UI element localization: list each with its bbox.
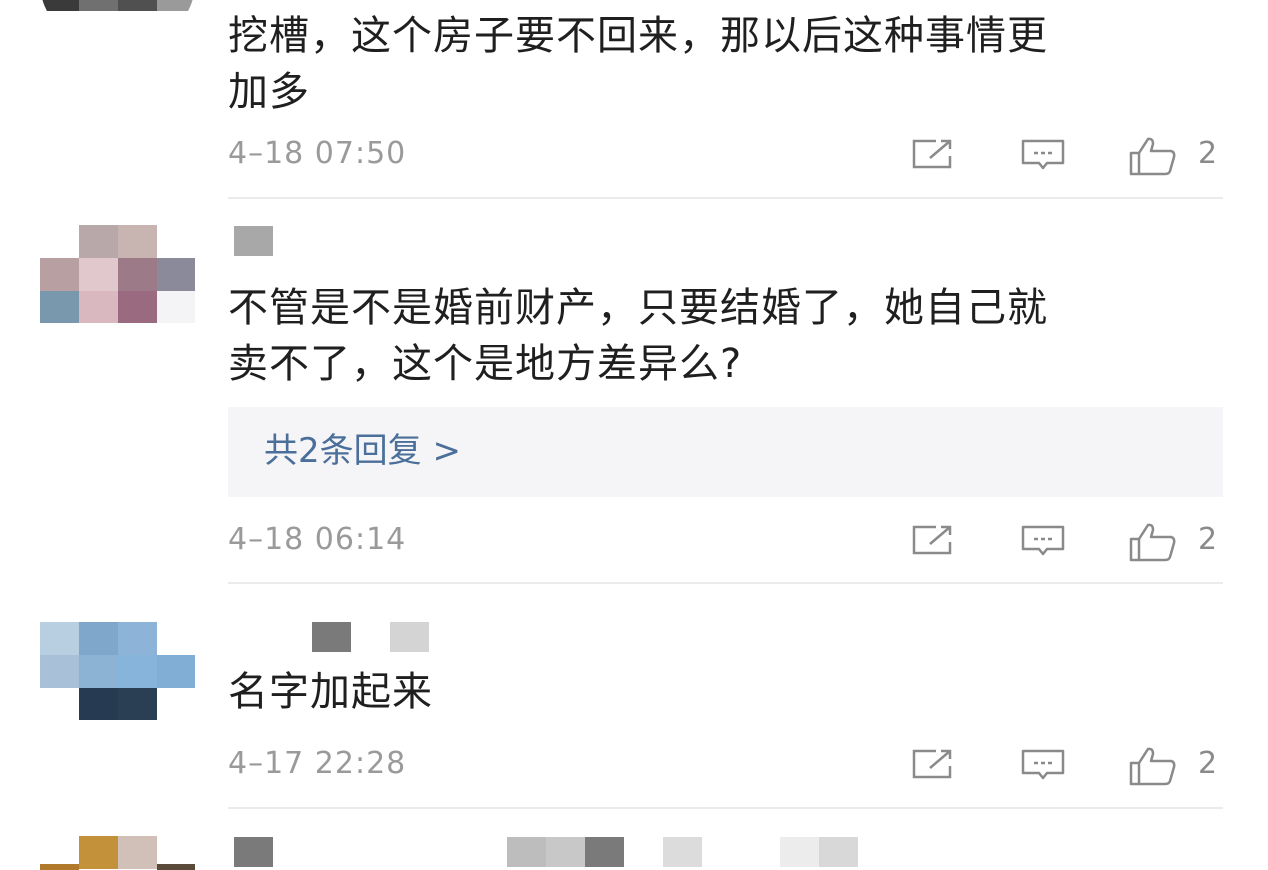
share-icon[interactable] — [910, 746, 956, 782]
comment-text-line: 不管是不是婚前财产，只要结婚了，她自己就 — [228, 285, 1048, 331]
avatar[interactable] — [40, 836, 195, 870]
divider — [228, 197, 1223, 199]
divider — [228, 582, 1223, 584]
comment-time: 4–18 07:50 — [228, 136, 407, 171]
avatar[interactable] — [40, 0, 195, 43]
replies-link[interactable]: 共2条回复 > — [228, 407, 1223, 497]
like-count: 2 — [1198, 746, 1218, 781]
comment-list: 挖槽，这个房子要不回来，那以后这种事情更 加多 4–18 07:50 2 不管是… — [0, 0, 1268, 870]
comment-text: 挖槽，这个房子要不回来，那以后这种事情更 加多 — [228, 8, 1223, 120]
username-redacted[interactable] — [228, 837, 928, 870]
replies-link-label: 共2条回复 > — [264, 431, 461, 471]
avatar[interactable] — [40, 622, 195, 720]
comment-text: 名字加起来 — [228, 664, 1223, 720]
username-redacted[interactable] — [228, 226, 928, 266]
comment-meta: 4–17 22:28 2 — [228, 742, 1223, 786]
comment-icon[interactable] — [1020, 136, 1066, 172]
comment-text: 不管是不是婚前财产，只要结婚了，她自己就 卖不了，这个是地方差异么? — [228, 280, 1223, 392]
comment-icon[interactable] — [1020, 746, 1066, 782]
comment-icon[interactable] — [1020, 522, 1066, 558]
comment-meta: 4–18 06:14 2 — [228, 518, 1223, 562]
like-count: 2 — [1198, 136, 1218, 171]
username-redacted[interactable] — [228, 622, 928, 662]
share-icon[interactable] — [910, 136, 956, 172]
divider — [228, 807, 1223, 809]
thumbs-up-icon[interactable] — [1128, 746, 1176, 786]
thumbs-up-icon[interactable] — [1128, 522, 1176, 562]
comment-meta: 4–18 07:50 2 — [228, 132, 1223, 176]
share-icon[interactable] — [910, 522, 956, 558]
like-count: 2 — [1198, 522, 1218, 557]
comment-text-line: 卖不了，这个是地方差异么? — [228, 341, 743, 387]
comment-time: 4–17 22:28 — [228, 746, 407, 781]
comment-text-line: 挖槽，这个房子要不回来，那以后这种事情更 — [228, 13, 1048, 59]
comment-time: 4–18 06:14 — [228, 522, 407, 557]
thumbs-up-icon[interactable] — [1128, 136, 1176, 176]
avatar[interactable] — [40, 225, 195, 323]
comment-text-line: 加多 — [228, 69, 310, 115]
comment-text-line: 名字加起来 — [228, 669, 433, 715]
